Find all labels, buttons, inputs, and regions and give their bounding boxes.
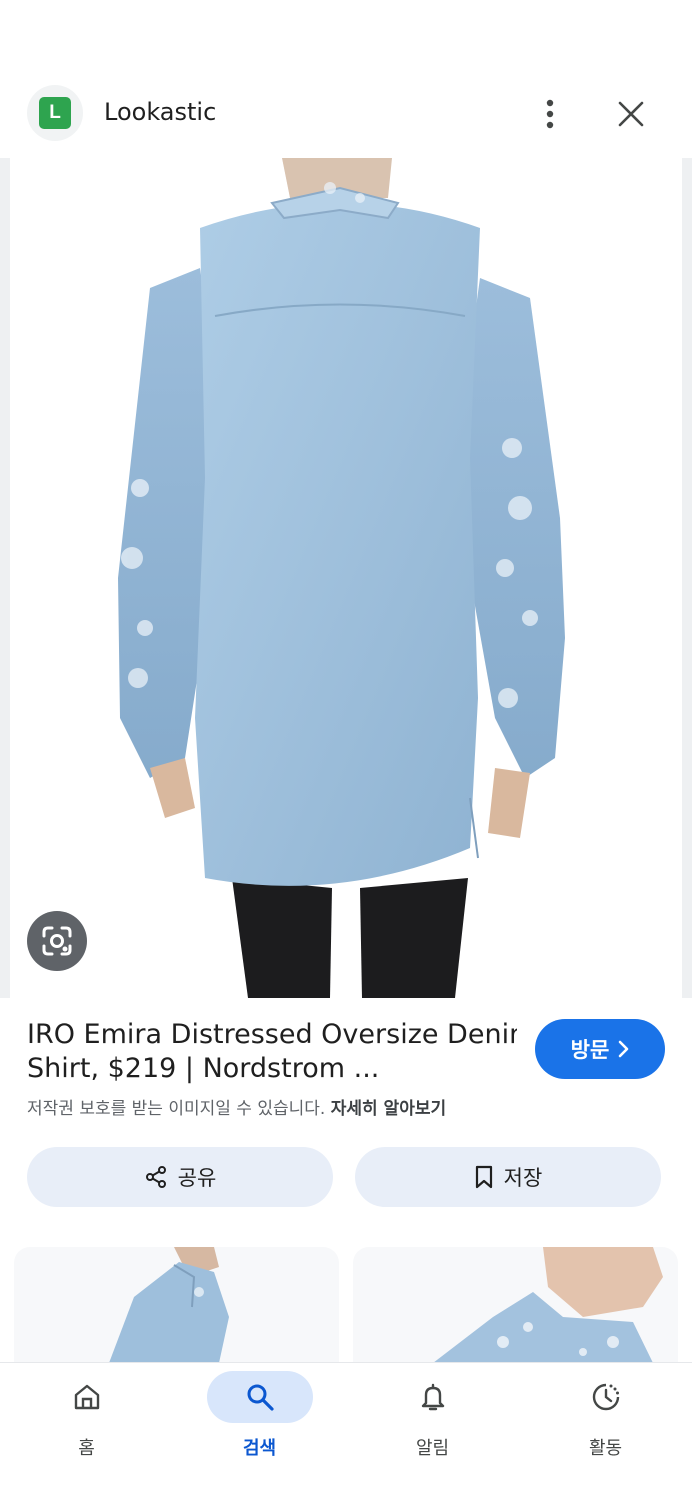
more-vert-icon [546,99,554,129]
home-icon [74,1384,99,1410]
site-name[interactable]: Lookastic [104,98,216,126]
related-image-2[interactable] [353,1247,678,1363]
related-image-1[interactable] [14,1247,339,1363]
nav-icon-container [553,1371,659,1423]
source-header: L Lookastic [0,60,692,160]
nav-label-search: 검색 [242,1438,277,1459]
visit-button-label: 방문 [570,1038,610,1062]
site-favicon[interactable]: L [27,85,83,141]
nav-icon-container [206,1371,313,1423]
result-title-line2: Shirt, $219 | Nordstrom ... [27,1053,380,1084]
nav-label-activity: 활동 [588,1438,623,1459]
copyright-notice: 저작권 보호를 받는 이미지일 수 있습니다. 자세히 알아보기 [27,1094,446,1119]
more-options-button[interactable] [530,90,570,138]
bell-icon [421,1383,444,1411]
result-title-line1: IRO Emira Distressed Oversize Denim [27,1019,517,1050]
nav-item-activity[interactable]: 활동 [519,1363,692,1501]
search-icon [247,1384,274,1411]
product-image[interactable] [0,158,692,998]
nav-icon-container [380,1371,486,1423]
related-image-2-illustration [433,1247,663,1363]
learn-more-link[interactable]: 자세히 알아보기 [331,1099,446,1119]
nav-item-search[interactable]: 검색 [173,1363,346,1501]
notice-text: 저작권 보호를 받는 이미지일 수 있습니다. [27,1099,326,1119]
close-button[interactable] [606,90,656,138]
chevron-right-icon [619,1040,629,1058]
nav-item-home[interactable]: 홈 [0,1363,173,1501]
share-label: 공유 [177,1166,217,1190]
favicon-letter: L [39,97,71,129]
save-button[interactable]: 저장 [355,1147,661,1207]
bookmark-icon [475,1165,492,1189]
related-image-1-illustration [109,1247,229,1363]
history-icon [592,1383,619,1411]
nav-label-notifications: 알림 [415,1438,450,1459]
lens-icon [42,926,72,956]
nav-icon-container [34,1371,140,1423]
result-title[interactable]: IRO Emira Distressed Oversize Denim Shir… [27,1018,517,1086]
denim-shirt-illustration [118,158,565,998]
visit-button[interactable]: 방문 [535,1019,665,1079]
close-icon [618,101,644,127]
share-button[interactable]: 공유 [27,1147,333,1207]
share-icon [145,1166,166,1188]
save-label: 저장 [503,1166,543,1190]
nav-item-notifications[interactable]: 알림 [346,1363,519,1501]
nav-label-home: 홈 [78,1438,95,1459]
bottom-navigation: 홈 검색 알림 활동 [0,1362,692,1501]
google-lens-button[interactable] [27,911,87,971]
